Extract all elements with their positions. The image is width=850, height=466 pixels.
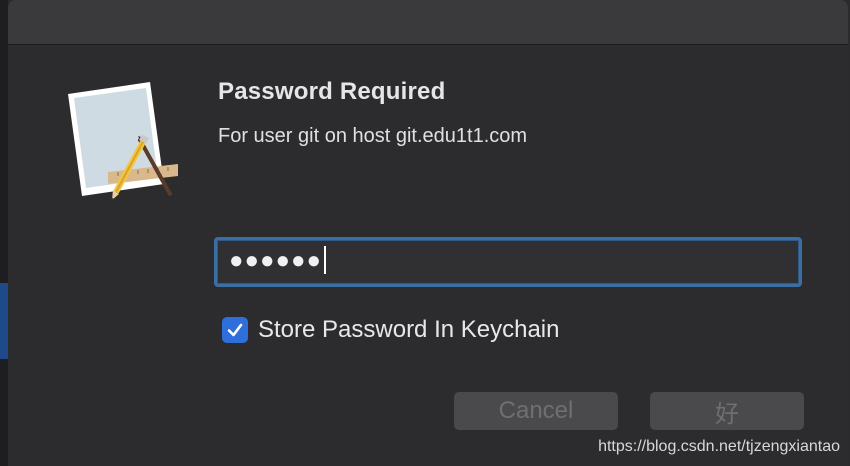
keychain-app-icon xyxy=(66,80,178,202)
password-field[interactable]: ●●●●●● xyxy=(214,237,802,287)
ok-button[interactable]: 好 xyxy=(650,392,804,430)
password-value: ●●●●●● xyxy=(229,245,326,276)
store-password-label[interactable]: Store Password In Keychain xyxy=(258,316,560,344)
dialog-subtitle: For user git on host git.edu1t1.com xyxy=(218,125,528,147)
background-window-edge xyxy=(0,0,8,466)
dialog-title: Password Required xyxy=(218,78,446,105)
cancel-button[interactable]: Cancel xyxy=(454,392,618,430)
dialog-titlebar[interactable] xyxy=(8,0,848,45)
background-window-tab xyxy=(0,283,8,359)
watermark-text: https://blog.csdn.net/tjzengxiantao xyxy=(598,438,840,455)
checkmark-icon xyxy=(227,323,243,337)
password-dialog: Password Required For user git on host g… xyxy=(0,0,850,466)
store-password-checkbox[interactable] xyxy=(222,317,248,343)
text-caret xyxy=(323,245,326,274)
store-password-option[interactable]: Store Password In Keychain xyxy=(222,315,560,345)
